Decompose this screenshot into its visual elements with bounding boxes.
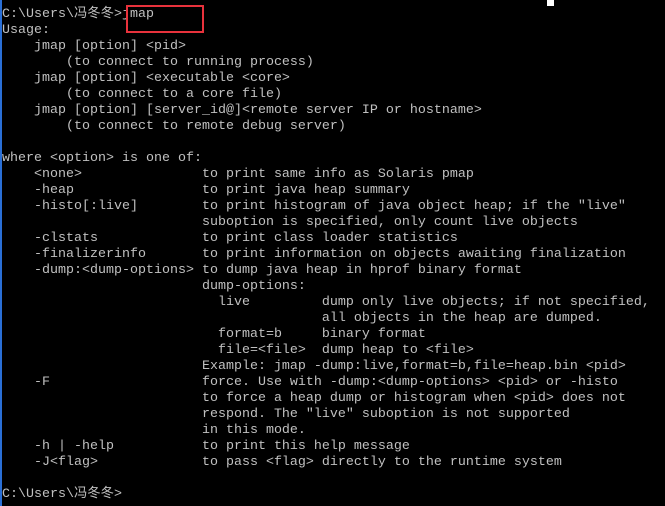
cursor-block <box>547 0 554 6</box>
output-line: dump-options: <box>2 279 306 294</box>
command-prompt-line: C:\Users\冯冬冬>jmap <box>2 7 154 22</box>
output-line: live dump only live objects; if not spec… <box>2 295 650 310</box>
output-line: to force a heap dump or histogram when <… <box>2 391 626 406</box>
command-highlight-box <box>126 5 204 33</box>
output-line: -heap to print java heap summary <box>2 183 410 198</box>
output-line: -F force. Use with -dump:<dump-options> … <box>2 375 618 390</box>
console-window[interactable]: C:\Users\冯冬冬>jmap Usage: jmap [option] <… <box>0 0 665 506</box>
command-prompt-input[interactable]: C:\Users\冯冬冬> <box>2 487 650 503</box>
output-line: (to connect to remote debug server) <box>2 119 346 134</box>
output-line: format=b binary format <box>2 327 426 342</box>
output-line: -clstats to print class loader statistic… <box>2 231 458 246</box>
output-line: jmap [option] <pid> <box>2 39 186 54</box>
output-line: jmap [option] <executable <core> <box>2 71 290 86</box>
output-line: (to connect to running process) <box>2 55 314 70</box>
output-line: suboption is specified, only count live … <box>2 215 578 230</box>
output-line: Example: jmap -dump:live,format=b,file=h… <box>2 359 626 374</box>
output-line: file=<file> dump heap to <file> <box>2 343 474 358</box>
output-line: <none> to print same info as Solaris pma… <box>2 167 474 182</box>
output-line: -h | -help to print this help message <box>2 439 410 454</box>
output-line: all objects in the heap are dumped. <box>2 311 602 326</box>
output-line: -dump:<dump-options> to dump java heap i… <box>2 263 522 278</box>
output-line: -finalizerinfo to print information on o… <box>2 247 626 262</box>
output-line: -histo[:live] to print histogram of java… <box>2 199 626 214</box>
console-output: C:\Users\冯冬冬>jmap Usage: jmap [option] <… <box>2 7 650 503</box>
output-line: in this mode. <box>2 423 306 438</box>
output-line: (to connect to a core file) <box>2 87 282 102</box>
output-line: jmap [option] [server_id@]<remote server… <box>2 103 482 118</box>
output-line: -J<flag> to pass <flag> directly to the … <box>2 455 562 470</box>
output-line: respond. The "live" suboption is not sup… <box>2 407 570 422</box>
output-line: where <option> is one of: <box>2 151 202 166</box>
output-line: Usage: <box>2 23 50 38</box>
